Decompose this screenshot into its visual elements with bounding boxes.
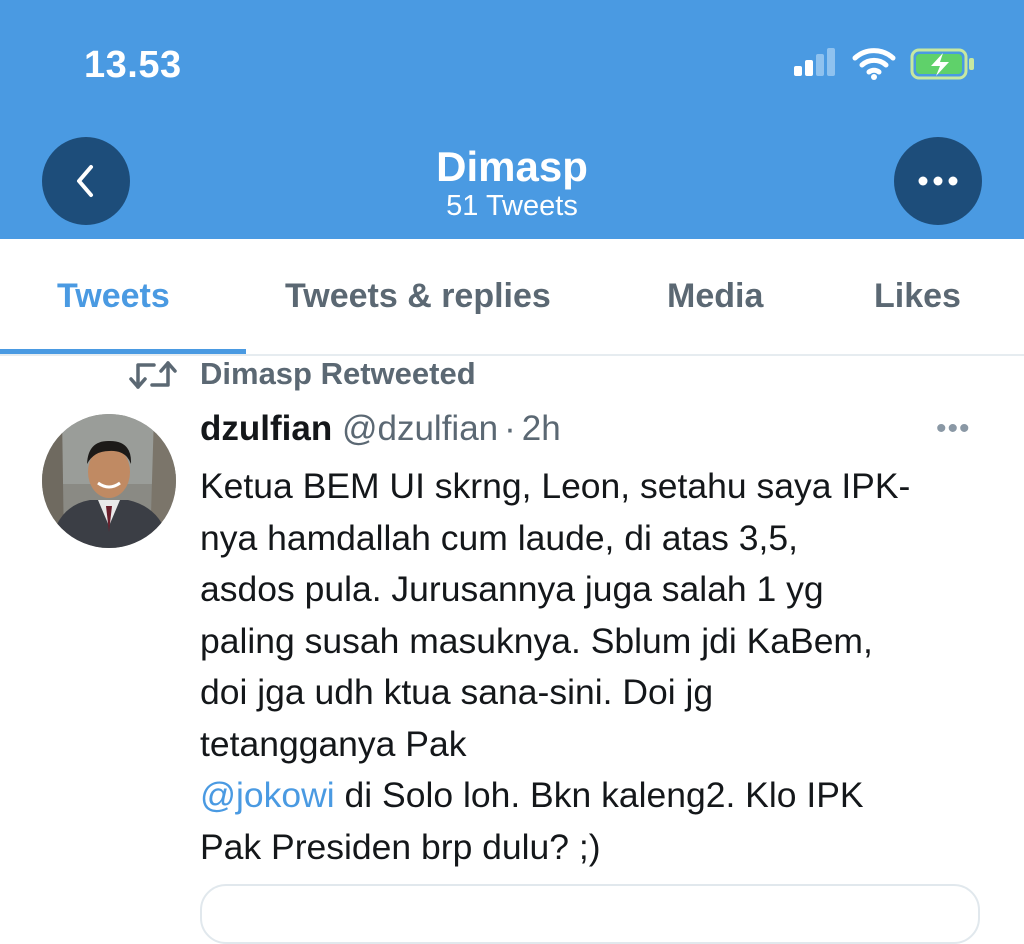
author-name[interactable]: dzulfian (200, 409, 332, 448)
active-tab-indicator (0, 349, 246, 354)
tab-likes[interactable]: Likes (874, 277, 961, 316)
tweet-timestamp: 2h (521, 409, 561, 448)
author-handle[interactable]: @dzulfian (342, 409, 498, 448)
quoted-tweet-card[interactable] (200, 884, 980, 944)
tweet-text-part-1: Ketua BEM UI skrng, Leon, setahu saya IP… (200, 466, 911, 764)
more-horizontal-icon (918, 176, 958, 186)
retweet-icon (129, 361, 177, 389)
tweet-count: 51 Tweets (446, 190, 578, 222)
wifi-icon (852, 48, 896, 80)
status-time: 13.53 (84, 44, 182, 86)
battery-charging-icon (910, 48, 974, 80)
header-separator: · (504, 409, 516, 448)
status-icons (790, 44, 980, 84)
tweet-more-icon[interactable]: ••• (936, 412, 971, 446)
avatar-photo (42, 414, 176, 548)
more-options-button[interactable] (894, 137, 982, 225)
profile-name-title: Dimasp (436, 143, 588, 190)
cellular-signal-icon (790, 44, 840, 84)
profile-header: 13.53 Dimasp 51 Tweets (0, 0, 1024, 239)
profile-tabs: Tweets Tweets & replies Media Likes (0, 239, 1024, 356)
retweeted-by-label: Dimasp Retweeted (200, 356, 476, 391)
tab-media[interactable]: Media (667, 277, 763, 316)
tweet-text: Ketua BEM UI skrng, Leon, setahu saya IP… (200, 461, 990, 873)
author-avatar[interactable] (42, 414, 176, 548)
tweet-header: dzulfian @dzulfian · 2h (200, 409, 561, 449)
tab-tweets[interactable]: Tweets (57, 277, 170, 316)
mention-link[interactable]: @jokowi (200, 775, 335, 815)
tab-tweets-and-replies[interactable]: Tweets & replies (285, 277, 551, 316)
